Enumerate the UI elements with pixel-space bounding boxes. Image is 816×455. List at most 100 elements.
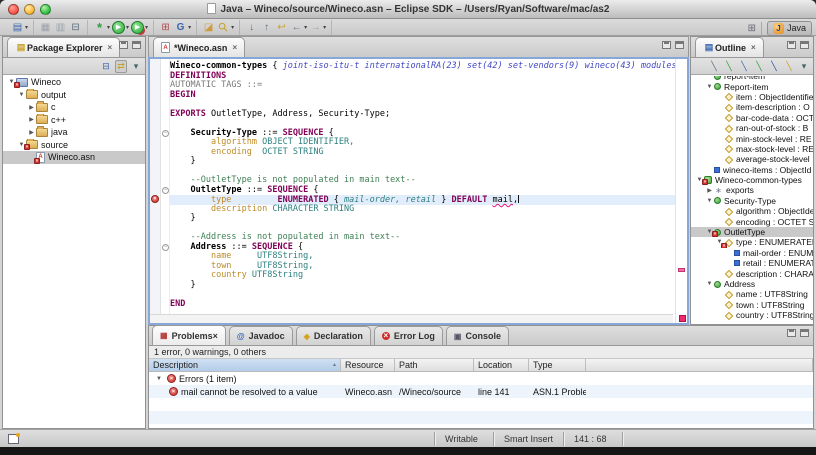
chevron-right-icon[interactable]: ▶ <box>27 116 36 123</box>
new-wizard-icon[interactable]: ▤▾ <box>11 21 28 34</box>
previous-annotation-icon[interactable]: ↑ <box>260 21 273 34</box>
minimize-view-button[interactable] <box>787 329 796 337</box>
dropdown-arrow-icon[interactable]: ▾ <box>304 24 307 31</box>
tree-item-max-stock-level-re[interactable]: max-stock-level : RE <box>691 144 813 154</box>
debug-icon[interactable]: *▾ <box>93 21 110 34</box>
chevron-down-icon[interactable]: ▼ <box>705 281 714 287</box>
horizontal-scrollbar[interactable] <box>150 314 673 323</box>
open-perspective-icon[interactable]: ⊞ <box>748 23 756 34</box>
dropdown-arrow-icon[interactable]: ▾ <box>25 24 28 31</box>
tree-item-description-chara[interactable]: description : CHARA <box>691 268 813 278</box>
error-marker-icon[interactable]: × <box>151 195 159 203</box>
chevron-down-icon[interactable]: ▼ <box>705 84 714 90</box>
sort-icon[interactable]: ╲ <box>723 61 735 72</box>
tree-item-wineco-asn[interactable]: A×Wineco.asn <box>3 151 145 164</box>
tree-item-java[interactable]: ▶java <box>3 126 145 139</box>
chevron-down-icon[interactable]: ▼ <box>705 198 714 204</box>
link-with-editor-icon[interactable]: ⇄ <box>115 60 127 73</box>
code-line[interactable]: AUTOMATIC TAGS ::= <box>170 81 675 91</box>
folding-gutter[interactable]: −−− <box>161 59 170 323</box>
tab-error-log[interactable]: ×Error Log <box>374 326 443 345</box>
fold-collapse-icon[interactable]: − <box>162 244 169 251</box>
problems-group-row[interactable]: ▼×Errors (1 item) <box>149 372 813 385</box>
close-icon[interactable]: × <box>232 43 237 52</box>
dropdown-arrow-icon[interactable]: ▾ <box>107 24 110 31</box>
code-area[interactable]: Wineco-common-types { joint-iso-itu-t in… <box>170 59 675 323</box>
tab-wineco-asn[interactable]: A *Wineco.asn × <box>153 37 245 57</box>
maximize-editor-button[interactable] <box>675 41 684 49</box>
tree-item-wineco[interactable]: ▼×Wineco <box>3 76 145 89</box>
code-line[interactable]: description CHARACTER STRING <box>170 205 675 215</box>
maximize-view-button[interactable] <box>132 41 141 49</box>
tree-item-name-utf8string[interactable]: name : UTF8String <box>691 289 813 299</box>
tree-item-encoding-octet-st[interactable]: encoding : OCTET ST <box>691 216 813 226</box>
view-menu-icon[interactable]: ▾ <box>130 61 142 72</box>
chevron-right-icon[interactable]: ▶ <box>27 129 36 136</box>
tree-item-country-utf8string[interactable]: country : UTF8String <box>691 310 813 320</box>
search-icon[interactable]: ⚲▾ <box>217 21 234 34</box>
close-icon[interactable]: × <box>108 43 113 52</box>
fast-view-icon[interactable] <box>8 434 19 444</box>
dropdown-arrow-icon[interactable]: ▾ <box>126 24 129 31</box>
close-icon[interactable]: × <box>213 331 218 341</box>
tree-item-item-description-o[interactable]: item-description : O <box>691 102 813 112</box>
tree-item-c[interactable]: ▶c++ <box>3 114 145 127</box>
code-line[interactable]: } <box>170 281 675 291</box>
column-header-location[interactable]: Location <box>474 359 529 371</box>
focus-icon[interactable]: ╲ <box>708 61 720 72</box>
tree-item-address[interactable]: ▼Address <box>691 279 813 289</box>
table-row[interactable] <box>149 411 813 424</box>
tree-item-outlettype[interactable]: ▼×OutletType <box>691 227 813 237</box>
tree-item-wineco-items-objectid[interactable]: wineco-items : ObjectId <box>691 165 813 175</box>
tree-item-output[interactable]: ▼output <box>3 89 145 102</box>
overall-status-indicator[interactable] <box>679 315 686 322</box>
fold-collapse-icon[interactable]: − <box>162 187 169 194</box>
print-icon[interactable]: ⊟ <box>69 21 82 34</box>
save-icon[interactable]: ▦ <box>39 21 52 34</box>
chevron-right-icon[interactable]: ▶ <box>705 187 714 194</box>
tab-console[interactable]: ▣Console <box>446 326 509 345</box>
code-line[interactable]: } <box>170 157 675 167</box>
titlebar[interactable]: Java – Wineco/source/Wineco.asn – Eclips… <box>0 0 816 19</box>
last-edit-location-icon[interactable]: ↩ <box>275 21 288 34</box>
column-header-type[interactable]: Type <box>529 359 586 371</box>
run-external-tools-icon[interactable]: ▶▾ <box>131 21 148 34</box>
dropdown-arrow-icon[interactable]: ▾ <box>188 24 191 31</box>
tree-item-bar-code-data-oct[interactable]: bar-code-data : OCT <box>691 113 813 123</box>
java-perspective-button[interactable]: J Java <box>767 21 812 36</box>
tree-item-min-stock-level-re[interactable]: min-stock-level : RE <box>691 133 813 143</box>
collapse-all-icon[interactable]: ⊟ <box>100 61 112 72</box>
tree-item-type-enumerated[interactable]: ▼×type : ENUMERATED <box>691 237 813 247</box>
hide-value-assignments-icon[interactable]: ╲ <box>783 61 795 72</box>
tab-package-explorer[interactable]: ▤ Package Explorer × <box>7 37 120 57</box>
save-as-icon[interactable]: ▥ <box>54 21 67 34</box>
minimize-editor-button[interactable] <box>662 41 671 49</box>
code-line[interactable]: Wineco-common-types { joint-iso-itu-t in… <box>170 62 675 72</box>
hide-types-icon[interactable]: ╲ <box>753 61 765 72</box>
tab-javadoc[interactable]: @Javadoc <box>229 326 293 345</box>
column-header-description[interactable]: Description▲ <box>149 359 341 371</box>
chevron-down-icon[interactable]: ▼ <box>17 92 26 98</box>
table-row[interactable] <box>149 398 813 411</box>
tab-problems[interactable]: ▦Problems× <box>152 325 226 345</box>
chevron-right-icon[interactable]: ▶ <box>27 104 36 111</box>
code-line[interactable]: BEGIN <box>170 91 675 101</box>
maximize-view-button[interactable] <box>800 41 809 49</box>
code-line[interactable]: country UTF8String <box>170 271 675 281</box>
open-type-icon[interactable]: G▾ <box>174 21 191 34</box>
tree-item-exports[interactable]: ▶∗exports <box>691 185 813 195</box>
dropdown-arrow-icon[interactable]: ▾ <box>323 24 326 31</box>
dropdown-arrow-icon[interactable]: ▾ <box>145 24 148 31</box>
tree-item-town-utf8string[interactable]: town : UTF8String <box>691 300 813 310</box>
overview-ruler[interactable] <box>675 59 687 323</box>
code-line[interactable]: END <box>170 300 675 310</box>
tree-item-algorithm-objectide[interactable]: algorithm : ObjectIde <box>691 206 813 216</box>
tree-item-retail-enumerat[interactable]: retail : ENUMERAT <box>691 258 813 268</box>
minimize-view-button[interactable] <box>119 41 128 49</box>
code-line[interactable]: EXPORTS OutletType, Address, Security-Ty… <box>170 110 675 120</box>
table-row[interactable]: ×mail cannot be resolved to a valueWinec… <box>149 385 813 398</box>
code-line[interactable]: } <box>170 214 675 224</box>
next-annotation-icon[interactable]: ↓ <box>245 21 258 34</box>
code-line[interactable] <box>170 290 675 300</box>
column-header-path[interactable]: Path <box>395 359 474 371</box>
